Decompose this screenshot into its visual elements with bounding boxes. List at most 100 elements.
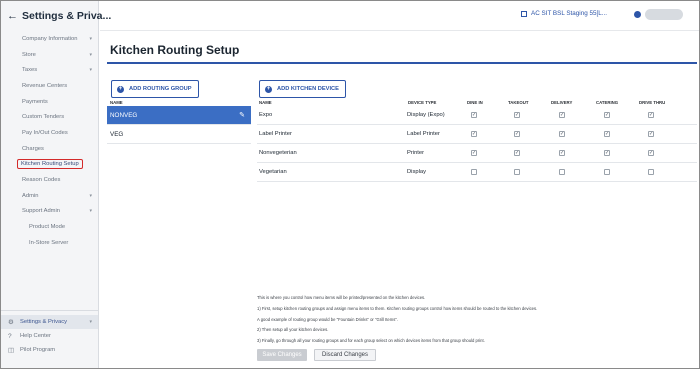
checkbox-drive-thru[interactable]: ✓ [648,112,654,118]
checkbox-takeout[interactable]: ✓ [514,112,520,118]
sidebar-item-label: Company Information [22,35,78,42]
device-type-header: DEVICE TYPE [408,100,437,105]
sidebar: ← Settings & Priva... Company Informatio… [1,1,111,368]
chevron-down-icon: ▾ [89,208,92,215]
sidebar-footer-settings-privacy[interactable]: ⚙ Settings & Privacy ▾ [1,315,98,329]
title-divider [107,62,697,64]
sidebar-item-kitchen-routing-setup[interactable]: Kitchen Routing Setup [1,157,98,173]
table-row: Nonvegeterian Printer ✓ ✓ ✓ ✓ ✓ [257,144,697,163]
device-name: Nonvegeterian [259,150,297,156]
sidebar-item-charges[interactable]: Charges [1,141,98,157]
sidebar-item-company-information[interactable]: Company Information ▾ [1,31,98,47]
top-bar: AC SIT BSL Staging 55[L... [100,1,699,31]
table-row: Expo Display (Expo) ✓ ✓ ✓ ✓ ✓ [257,106,697,125]
discard-changes-button[interactable]: Discard Changes [314,349,376,361]
sidebar-item-admin[interactable]: Admin ▾ [1,188,98,204]
device-name: Label Printer [259,131,292,137]
sidebar-title: Settings & Priva... [22,10,112,22]
checkbox-takeout[interactable]: ✓ [514,131,520,137]
app-window: ← Settings & Priva... Company Informatio… [0,0,700,369]
sidebar-item-label: Admin [22,192,39,199]
store-label: AC SIT BSL Staging 55[L... [531,10,607,17]
add-routing-group-label: ADD ROUTING GROUP [129,86,192,92]
save-changes-button[interactable]: Save Changes [257,349,307,361]
sidebar-item-in-store-server[interactable]: In-Store Server [1,235,98,251]
page-title: Kitchen Routing Setup [110,43,240,57]
routing-group-name: VEG [110,130,124,138]
sidebar-item-label: Taxes [22,67,38,74]
help-note-line: 3) Finally, go through all your routing … [257,338,485,344]
sidebar-item-label: Product Mode [29,224,66,231]
help-note-line: A good example of routing group would be… [257,316,398,322]
sidebar-item-label: Kitchen Routing Setup [17,159,83,170]
checkbox-delivery[interactable] [559,169,565,175]
sidebar-footer: ⚙ Settings & Privacy ▾ ? Help Center ◫ P… [1,310,98,368]
help-note-line: 2) Then setup all your kitchen devices. [257,327,329,333]
sidebar-item-custom-tenders[interactable]: Custom Tenders [1,109,98,125]
checkbox-dine-in[interactable] [471,169,477,175]
device-type: Label Printer [407,131,440,137]
checkbox-dine-in[interactable]: ✓ [471,112,477,118]
checkbox-catering[interactable] [604,169,610,175]
routing-group-name: NONVEG [110,111,138,119]
checkbox-drive-thru[interactable]: ✓ [648,131,654,137]
help-note-line: This is where you control how menu items… [257,295,426,300]
chevron-down-icon: ▾ [89,67,92,74]
catering-header: CATERING [596,100,619,105]
sidebar-item-taxes[interactable]: Taxes ▾ [1,62,98,78]
sidebar-footer-label: Settings & Privacy [20,319,68,325]
sidebar-footer-label: Help Center [20,333,51,339]
sidebar-item-payments[interactable]: Payments [1,94,98,110]
checkbox-takeout[interactable]: ✓ [514,150,520,156]
checkbox-catering[interactable]: ✓ [604,112,610,118]
groups-name-header: NAME [110,100,123,105]
checkbox-catering[interactable]: ✓ [604,131,610,137]
user-menu[interactable] [634,9,683,20]
dine-in-header: DINE IN [467,100,483,105]
help-note-line: 1) First, setup kitchen routing groups a… [257,305,538,311]
sidebar-item-label: In-Store Server [29,239,69,246]
chevron-down-icon: ▾ [89,319,92,325]
checkbox-catering[interactable]: ✓ [604,150,610,156]
devices-name-header: NAME [259,100,272,105]
sidebar-item-revenue-centers[interactable]: Revenue Centers [1,78,98,94]
add-routing-group-button[interactable]: + ADD ROUTING GROUP [111,80,199,98]
checkbox-delivery[interactable]: ✓ [559,150,565,156]
checkbox-drive-thru[interactable] [648,169,654,175]
checkbox-drive-thru[interactable]: ✓ [648,150,654,156]
chevron-down-icon: ▾ [89,35,92,42]
device-name: Vegetarian [259,169,287,175]
arrow-left-icon[interactable]: ← [7,10,18,22]
sidebar-footer-help-center[interactable]: ? Help Center [1,329,98,343]
sidebar-item-label: Pay In/Out Codes [22,129,68,136]
table-row: Label Printer Label Printer ✓ ✓ ✓ ✓ ✓ [257,125,697,144]
checkbox-takeout[interactable] [514,169,520,175]
sidebar-item-label: Reason Codes [22,177,61,184]
help-notes: This is where you control how menu items… [257,293,687,347]
checkbox-dine-in[interactable]: ✓ [471,131,477,137]
plus-icon: + [117,85,124,93]
plus-icon: + [265,85,272,93]
table-row: Vegetarian Display [257,163,697,182]
pencil-icon[interactable]: ✎ [239,111,245,119]
sidebar-menu: Company Information ▾ Store ▾ Taxes ▾ Revenue … [1,31,98,251]
store-selector[interactable]: AC SIT BSL Staging 55[L... [521,10,607,17]
checkbox-delivery[interactable]: ✓ [559,131,565,137]
add-kitchen-device-button[interactable]: + ADD KITCHEN DEVICE [259,80,346,98]
sidebar-footer-pilot-program[interactable]: ◫ Pilot Program [1,343,98,357]
add-kitchen-device-label: ADD KITCHEN DEVICE [277,86,339,92]
sidebar-item-product-mode[interactable]: Product Mode [1,219,98,235]
device-name: Expo [259,112,273,118]
routing-group-row[interactable]: NONVEG ✎ [107,106,251,125]
routing-group-row[interactable]: VEG [107,125,251,144]
sidebar-item-pay-in-out-codes[interactable]: Pay In/Out Codes [1,125,98,141]
user-avatar-icon [634,11,641,18]
drive-thru-header: DRIVE THRU [639,100,666,105]
sidebar-item-reason-codes[interactable]: Reason Codes [1,172,98,188]
sidebar-item-store[interactable]: Store ▾ [1,47,98,63]
checkbox-dine-in[interactable]: ✓ [471,150,477,156]
checkbox-delivery[interactable]: ✓ [559,112,565,118]
gear-icon: ⚙ [8,319,14,326]
sidebar-item-support-admin[interactable]: Support Admin ▾ [1,204,98,220]
sidebar-item-label: Charges [22,145,44,152]
